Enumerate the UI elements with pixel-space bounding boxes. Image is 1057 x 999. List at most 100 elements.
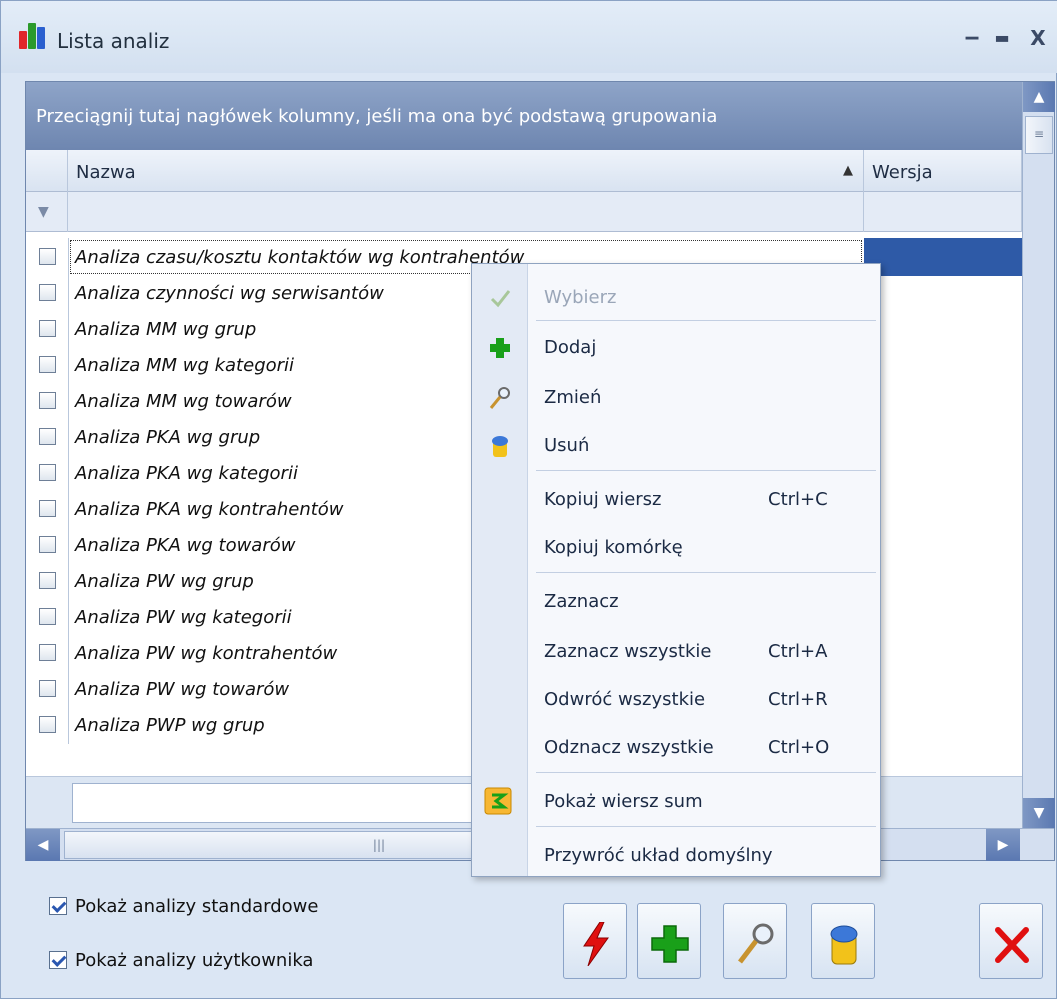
row-select-cell[interactable] xyxy=(26,562,68,600)
filter-version-input[interactable] xyxy=(864,192,1022,232)
edit-analysis-button[interactable] xyxy=(723,903,787,979)
row-version-cell[interactable] xyxy=(864,238,1022,276)
row-checkbox[interactable] xyxy=(39,500,56,517)
row-version-cell[interactable] xyxy=(864,634,1022,672)
menu-item-dodaj[interactable]: Dodaj xyxy=(472,322,880,372)
row-select-cell[interactable] xyxy=(26,670,68,708)
row-select-cell[interactable] xyxy=(26,274,68,312)
row-version-cell[interactable] xyxy=(864,526,1022,564)
row-version-cell[interactable] xyxy=(864,562,1022,600)
row-version-cell[interactable] xyxy=(864,598,1022,636)
row-checkbox[interactable] xyxy=(39,428,56,445)
menu-item-label: Odznacz wszystkie xyxy=(544,737,714,758)
trash-icon xyxy=(830,925,858,965)
header-checkbox-column[interactable] xyxy=(26,150,68,192)
plus-icon xyxy=(651,925,689,963)
row-version-cell[interactable] xyxy=(864,382,1022,420)
menu-separator xyxy=(536,772,876,773)
row-checkbox[interactable] xyxy=(39,356,56,373)
row-checkbox[interactable] xyxy=(39,644,56,661)
show-standard-option[interactable]: Pokaż analizy standardowe xyxy=(49,889,318,923)
maximize-button[interactable]: ▬ xyxy=(987,25,1017,51)
menu-item-kopiuj-komórkę[interactable]: Kopiuj komórkę xyxy=(472,522,880,572)
filter-name-input[interactable] xyxy=(68,192,864,232)
row-version-cell[interactable] xyxy=(864,670,1022,708)
show-standard-checkbox[interactable] xyxy=(49,897,67,915)
magnifier-icon xyxy=(488,386,512,410)
filter-icon-cell[interactable]: ▼ xyxy=(26,192,68,232)
trash-icon xyxy=(488,434,512,458)
row-select-cell[interactable] xyxy=(26,454,68,492)
row-checkbox[interactable] xyxy=(39,392,56,409)
menu-item-wybierz[interactable]: Wybierz xyxy=(472,272,880,322)
row-select-cell[interactable] xyxy=(26,526,68,564)
scroll-left-button[interactable]: ◀ xyxy=(26,829,60,861)
magnifier-icon xyxy=(738,923,774,964)
row-version-cell[interactable] xyxy=(864,418,1022,456)
menu-item-label: Kopiuj wiersz xyxy=(544,489,662,510)
show-user-option[interactable]: Pokaż analizy użytkownika xyxy=(49,943,318,977)
menu-item-kopiuj-wiersz[interactable]: Kopiuj wiersz Ctrl+C xyxy=(472,474,880,524)
row-checkbox[interactable] xyxy=(39,572,56,589)
row-checkbox[interactable] xyxy=(39,320,56,337)
row-version-cell[interactable] xyxy=(864,274,1022,312)
options-panel: Pokaż analizy standardowe Pokaż analizy … xyxy=(49,889,318,997)
row-select-cell[interactable] xyxy=(26,310,68,348)
row-version-cell[interactable] xyxy=(864,706,1022,744)
title-bar: Lista analiz ‒ ▬ X xyxy=(1,1,1057,73)
row-checkbox[interactable] xyxy=(39,464,56,481)
filter-row: ▼ xyxy=(26,192,1022,232)
row-select-cell[interactable] xyxy=(26,706,68,744)
scroll-right-button[interactable]: ▶ xyxy=(986,829,1020,861)
row-checkbox[interactable] xyxy=(39,680,56,697)
menu-item-odznacz-wszystkie[interactable]: Odznacz wszystkie Ctrl+O xyxy=(472,722,880,772)
vertical-scrollbar[interactable]: ▲ ≡ ▼ xyxy=(1022,82,1055,828)
menu-item-pokaż-wiersz-sum[interactable]: Pokaż wiersz sum xyxy=(472,776,880,826)
row-checkbox[interactable] xyxy=(39,608,56,625)
close-list-button[interactable] xyxy=(979,903,1043,979)
column-header-version[interactable]: Wersja xyxy=(864,150,1022,192)
row-checkbox[interactable] xyxy=(39,716,56,733)
plus-icon xyxy=(488,336,512,360)
row-select-cell[interactable] xyxy=(26,346,68,384)
row-version-cell[interactable] xyxy=(864,310,1022,348)
menu-item-label: Wybierz xyxy=(544,287,617,308)
row-checkbox[interactable] xyxy=(39,536,56,553)
menu-item-przywróć-układ-domyślny[interactable]: Przywróć układ domyślny xyxy=(472,830,880,880)
minimize-button[interactable]: ‒ xyxy=(957,25,987,51)
row-checkbox[interactable] xyxy=(39,248,56,265)
menu-item-zaznacz[interactable]: Zaznacz xyxy=(472,576,880,626)
add-analysis-button[interactable] xyxy=(637,903,701,979)
menu-item-label: Zaznacz wszystkie xyxy=(544,641,712,662)
row-checkbox[interactable] xyxy=(39,284,56,301)
run-analysis-button[interactable] xyxy=(563,903,627,979)
vertical-scroll-thumb[interactable]: ≡ xyxy=(1025,116,1053,154)
group-by-panel[interactable]: Przeciągnij tutaj nagłówek kolumny, jeśl… xyxy=(26,82,1022,150)
row-version-cell[interactable] xyxy=(864,454,1022,492)
row-select-cell[interactable] xyxy=(26,490,68,528)
menu-item-label: Odwróć wszystkie xyxy=(544,689,706,710)
delete-analysis-button[interactable] xyxy=(811,903,875,979)
menu-item-zaznacz-wszystkie[interactable]: Zaznacz wszystkie Ctrl+A xyxy=(472,626,880,676)
row-select-cell[interactable] xyxy=(26,238,68,276)
show-user-checkbox[interactable] xyxy=(49,951,67,969)
menu-item-label: Pokaż wiersz sum xyxy=(544,791,703,812)
menu-item-shortcut: Ctrl+R xyxy=(768,689,828,710)
menu-item-usuń[interactable]: Usuń xyxy=(472,420,880,470)
menu-item-label: Przywróć układ domyślny xyxy=(544,845,773,866)
row-select-cell[interactable] xyxy=(26,382,68,420)
row-select-cell[interactable] xyxy=(26,634,68,672)
menu-item-odwróć-wszystkie[interactable]: Odwróć wszystkie Ctrl+R xyxy=(472,674,880,724)
menu-separator xyxy=(536,470,876,471)
row-version-cell[interactable] xyxy=(864,346,1022,384)
row-select-cell[interactable] xyxy=(26,418,68,456)
column-header-name[interactable]: Nazwa ▲ xyxy=(68,150,864,192)
sort-ascending-icon: ▲ xyxy=(843,163,853,178)
menu-item-zmień[interactable]: Zmień xyxy=(472,372,880,422)
menu-item-label: Dodaj xyxy=(544,337,597,358)
row-version-cell[interactable] xyxy=(864,490,1022,528)
row-select-cell[interactable] xyxy=(26,598,68,636)
scroll-up-button[interactable]: ▲ xyxy=(1023,82,1055,112)
scroll-down-button[interactable]: ▼ xyxy=(1023,798,1055,828)
close-window-button[interactable]: X xyxy=(1023,25,1053,51)
